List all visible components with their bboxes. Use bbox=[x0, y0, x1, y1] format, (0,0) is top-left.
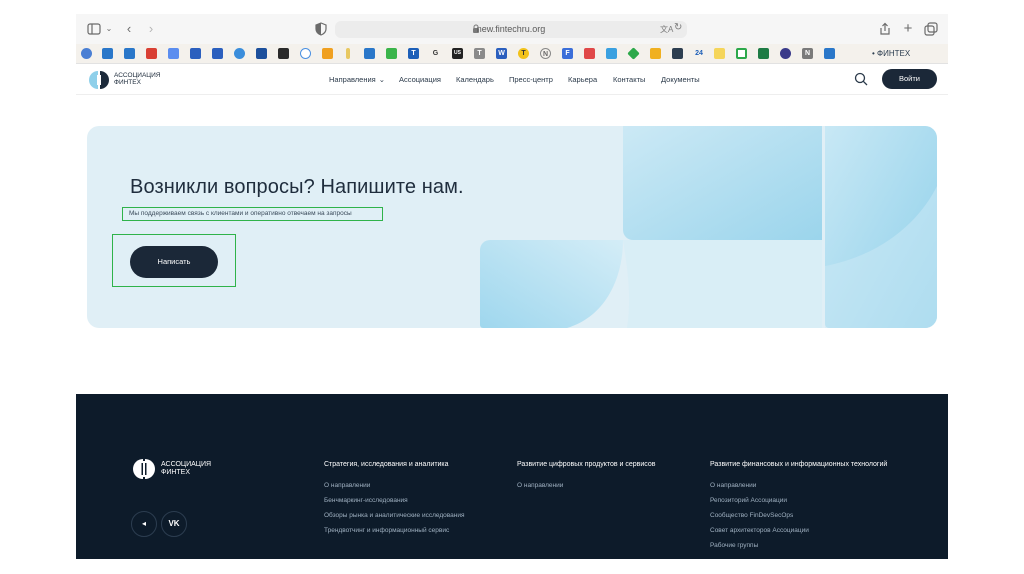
footer-column-title: Развитие финансовых и информационных тех… bbox=[710, 461, 888, 468]
site-header: Ассоциация Финтех Направления ⌄ Ассоциаци… bbox=[76, 64, 948, 95]
search-icon[interactable] bbox=[854, 72, 868, 86]
footer-logo-line-2: Финтех bbox=[161, 469, 191, 476]
forward-icon[interactable]: › bbox=[146, 21, 156, 37]
fintech-logo-icon bbox=[89, 71, 109, 89]
footer-column-strategy: Стратегия, исследования и аналитика О на… bbox=[324, 460, 465, 534]
bookmark-square-icon[interactable] bbox=[606, 48, 617, 59]
bookmark-circle-icon[interactable] bbox=[780, 48, 791, 59]
share-icon[interactable] bbox=[879, 21, 891, 37]
bookmark-vee-icon[interactable] bbox=[386, 48, 397, 59]
bookmark-circle-icon[interactable] bbox=[234, 48, 245, 59]
bookmark-excel-icon[interactable] bbox=[758, 48, 769, 59]
bookmark-bird-icon[interactable] bbox=[102, 48, 113, 59]
site-logo[interactable]: Ассоциация Финтех bbox=[88, 70, 168, 90]
bookmark-24-icon[interactable]: 24 bbox=[692, 48, 706, 59]
logo-line-1: Ассоциация bbox=[114, 72, 161, 79]
footer-column-fintech-development: Развитие финансовых и информационных тех… bbox=[710, 460, 888, 549]
bookmark-bird-icon[interactable] bbox=[364, 48, 375, 59]
chevron-down-icon[interactable]: ⌄ bbox=[105, 21, 113, 37]
footer-link[interactable]: О направлении bbox=[324, 481, 370, 490]
nav-item-calendar[interactable]: Календарь bbox=[456, 74, 494, 86]
shield-icon[interactable] bbox=[315, 21, 327, 37]
new-tab-icon[interactable]: + bbox=[902, 21, 914, 37]
footer-column-digital-products: Развитие цифровых продуктов и сервисов О… bbox=[517, 460, 656, 489]
nav-item-directions[interactable]: Направления ⌄ bbox=[329, 74, 385, 86]
back-icon[interactable]: ‹ bbox=[124, 21, 134, 37]
write-button[interactable]: Написать bbox=[130, 246, 218, 278]
tab-overview-icon[interactable] bbox=[924, 21, 938, 37]
bookmark-square-icon[interactable] bbox=[736, 48, 747, 59]
bookmark-n-icon[interactable]: N bbox=[802, 48, 813, 59]
logo-line-2: Финтех bbox=[114, 79, 141, 86]
bookmark-cube-icon[interactable] bbox=[672, 48, 683, 59]
contact-title: Возникли вопросы? Напишите нам. bbox=[130, 176, 464, 198]
bookmark-square-icon[interactable] bbox=[168, 48, 179, 59]
chevron-down-icon: ⌄ bbox=[378, 75, 386, 84]
bookmark-gmail-icon[interactable] bbox=[146, 48, 157, 59]
footer-link[interactable]: О направлении bbox=[710, 481, 756, 490]
footer-column-title: Развитие цифровых продуктов и сервисов bbox=[517, 461, 656, 468]
vk-icon[interactable]: VK bbox=[161, 511, 187, 537]
telegram-icon[interactable]: ◂ bbox=[131, 511, 157, 537]
bookmark-t-icon[interactable]: T bbox=[474, 48, 485, 59]
translate-icon[interactable]: 文A bbox=[660, 24, 673, 35]
address-bar[interactable]: new.fintechru.org 文A ↻ bbox=[335, 21, 687, 38]
browser-window: ⌄ ‹ › new.fintechru.org 文A ↻ + T G US T … bbox=[76, 14, 948, 559]
footer-logo-line-1: Ассоциация bbox=[161, 461, 212, 468]
bookmark-word-icon[interactable] bbox=[190, 48, 201, 59]
bookmark-square-icon[interactable] bbox=[584, 48, 595, 59]
reload-icon[interactable]: ↻ bbox=[674, 22, 682, 33]
bookmark-square-icon[interactable] bbox=[278, 48, 289, 59]
fintech-bookmark-label: • ФИНТЕХ bbox=[872, 49, 911, 58]
bookmarks-bar: T G US T W T N F 24 N • ФИНТЕХ bbox=[76, 44, 948, 64]
bookmark-us-icon[interactable]: US bbox=[452, 48, 463, 59]
bookmark-f-icon[interactable]: F bbox=[562, 48, 573, 59]
bookmark-bird-icon[interactable] bbox=[124, 48, 135, 59]
footer-link[interactable]: Сообщество FinDevSecOps bbox=[710, 511, 793, 520]
contact-subtitle: Мы поддерживаем связь с клиентами и опер… bbox=[122, 207, 383, 221]
bookmark-t-icon[interactable]: T bbox=[408, 48, 419, 59]
nav-item-documents[interactable]: Документы bbox=[661, 74, 700, 86]
login-button[interactable]: Войти bbox=[882, 69, 937, 89]
footer-link[interactable]: Трендвотчинг и информационный сервис bbox=[324, 526, 449, 535]
browser-toolbar: ⌄ ‹ › new.fintechru.org 文A ↻ + bbox=[76, 14, 948, 44]
bookmark-bars-icon[interactable] bbox=[650, 48, 661, 59]
nav-item-association[interactable]: Ассоциация bbox=[399, 74, 441, 86]
bookmark-word-icon[interactable] bbox=[212, 48, 223, 59]
footer-link[interactable]: Рабочие группы bbox=[710, 541, 758, 550]
nav-label: Направления bbox=[329, 75, 376, 84]
bookmark-x-icon[interactable] bbox=[824, 48, 835, 59]
bookmark-t-icon[interactable]: T bbox=[518, 48, 529, 59]
footer-logo-text: Ассоциация Финтех bbox=[161, 461, 211, 477]
screenshot-stage: ⌄ ‹ › new.fintechru.org 文A ↻ + T G US T … bbox=[0, 0, 1024, 574]
footer-logo[interactable]: Ассоциация Финтех bbox=[131, 458, 221, 480]
bookmark-square-icon[interactable] bbox=[256, 48, 267, 59]
bookmark-link-icon[interactable] bbox=[322, 48, 333, 59]
fintech-logo-icon bbox=[133, 459, 155, 479]
url-text: new.fintechru.org bbox=[476, 24, 546, 34]
nav-item-career[interactable]: Карьера bbox=[568, 74, 597, 86]
footer-link[interactable]: Совет архитекторов Ассоциации bbox=[710, 526, 809, 535]
site-footer: Ассоциация Финтех ◂ VK Стратегия, исслед… bbox=[76, 394, 948, 559]
footer-column-title: Стратегия, исследования и аналитика bbox=[324, 461, 449, 468]
footer-link[interactable]: Репозиторий Ассоциации bbox=[710, 496, 787, 505]
contact-banner: Возникли вопросы? Напишите нам. Мы подде… bbox=[87, 126, 937, 328]
footer-link[interactable]: Обзоры рынка и аналитические исследовани… bbox=[324, 511, 465, 520]
bookmark-word-icon[interactable]: W bbox=[496, 48, 507, 59]
logo-text: Ассоциация Финтех bbox=[114, 72, 160, 86]
bookmark-circle-icon[interactable] bbox=[300, 48, 311, 59]
sidebar-toggle-icon[interactable] bbox=[87, 21, 101, 37]
bookmark-diamond-icon[interactable] bbox=[627, 47, 640, 60]
nav-item-contacts[interactable]: Контакты bbox=[613, 74, 645, 86]
bookmark-cloud-icon[interactable] bbox=[81, 48, 92, 59]
bookmark-note-icon[interactable] bbox=[714, 48, 725, 59]
footer-link[interactable]: О направлении bbox=[517, 481, 563, 490]
bookmark-fintech[interactable]: • ФИНТЕХ bbox=[872, 47, 910, 61]
bookmark-n-icon[interactable]: N bbox=[540, 48, 551, 59]
decorative-shapes bbox=[480, 126, 937, 328]
bookmark-g-icon[interactable]: G bbox=[430, 48, 441, 59]
footer-link[interactable]: Бенчмаркинг-исследования bbox=[324, 496, 408, 505]
nav-item-press-center[interactable]: Пресс-центр bbox=[509, 74, 553, 86]
bookmark-pencil-icon[interactable] bbox=[346, 48, 350, 59]
